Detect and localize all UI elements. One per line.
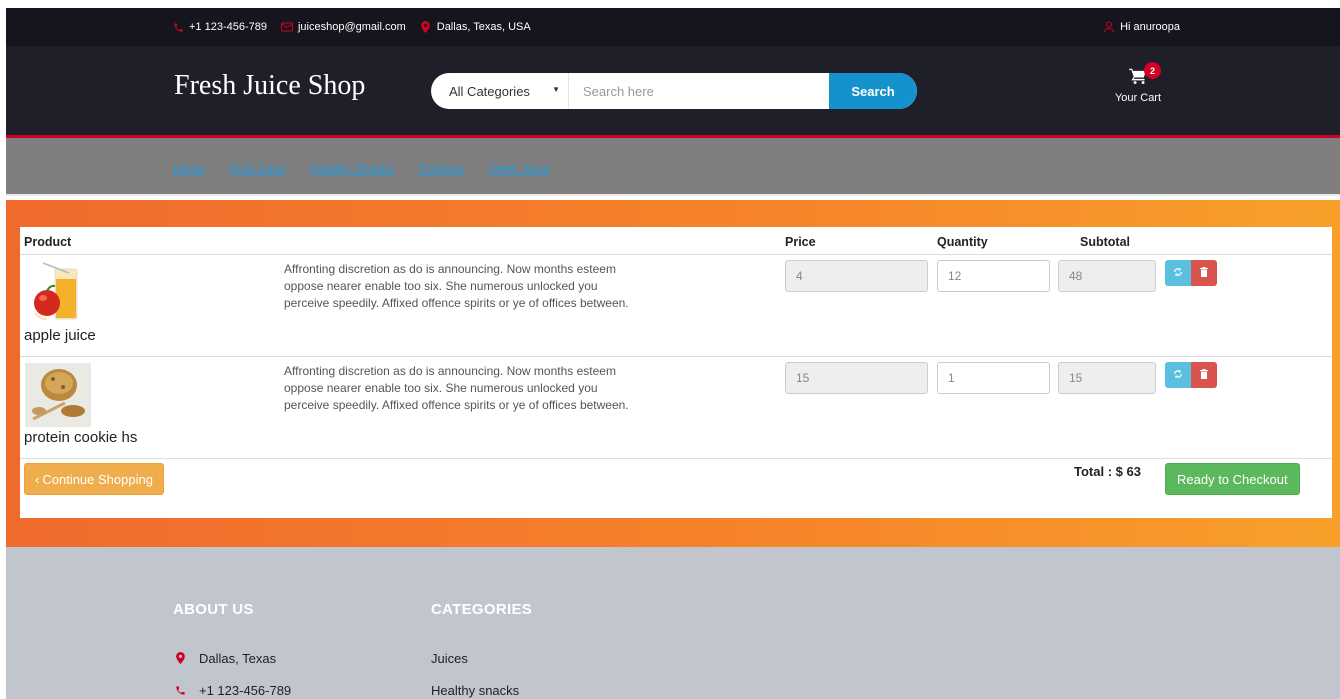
footer-category-juices[interactable]: Juices — [431, 642, 532, 674]
email-text: juiceshop@gmail.com — [297, 21, 406, 33]
search-input[interactable] — [569, 73, 829, 109]
product-name[interactable]: protein cookie hs — [24, 429, 137, 446]
protein-cookie-image[interactable] — [25, 363, 91, 427]
account-link[interactable]: Hi anuroopa — [1103, 8, 1180, 46]
cart-count-badge: 2 — [1144, 62, 1161, 79]
price-field: 15 — [785, 362, 928, 394]
subtotal-field: 48 — [1058, 260, 1156, 292]
footer-categories: CATEGORIES Juices Healthy snacks — [431, 601, 532, 699]
price-field: 4 — [785, 260, 928, 292]
location-text: Dallas, Texas, USA — [436, 21, 531, 33]
main-header: Fresh Juice Shop All Categories ▼ Search… — [6, 46, 1340, 138]
table-row: apple juice Affronting discretion as do … — [20, 255, 1332, 357]
product-name[interactable]: apple juice — [24, 327, 96, 344]
footer-phone-text: +1 123-456-789 — [199, 682, 292, 698]
chevron-left-icon: ‹ — [35, 471, 40, 487]
contact-info: +1 123-456-789 juiceshop@gmail.com Dalla… — [172, 8, 531, 46]
trash-icon — [1200, 368, 1208, 382]
caret-down-icon: ▼ — [552, 85, 560, 94]
delete-item-button[interactable] — [1191, 260, 1217, 286]
header-quantity: Quantity — [937, 235, 988, 249]
nav-item-home[interactable]: Home — [173, 162, 205, 176]
product-description: Affronting discretion as do is announcin… — [284, 262, 629, 310]
search-button[interactable]: Search — [829, 73, 917, 109]
continue-shopping-button[interactable]: ‹ Continue Shopping — [24, 463, 164, 495]
site-logo[interactable]: Fresh Juice Shop — [174, 70, 365, 102]
map-marker-icon — [173, 652, 187, 664]
nav-item-combos[interactable]: Combos — [419, 162, 464, 176]
refresh-icon — [1173, 369, 1183, 382]
map-marker-icon — [420, 21, 432, 33]
email-contact[interactable]: juiceshop@gmail.com — [280, 21, 406, 33]
apple-juice-image[interactable] — [25, 261, 91, 325]
header-product: Product — [24, 235, 72, 249]
nav-item-fruit-juice[interactable]: Fruit Juice — [230, 162, 285, 176]
trash-icon — [1200, 266, 1208, 280]
location-contact[interactable]: Dallas, Texas, USA — [420, 21, 531, 33]
refresh-icon — [1173, 267, 1183, 280]
quantity-input[interactable] — [937, 260, 1050, 292]
cart-section: Product Price Quantity Subtotal apple ju… — [6, 200, 1340, 547]
delete-item-button[interactable] — [1191, 362, 1217, 388]
footer-address[interactable]: Dallas, Texas — [173, 642, 291, 674]
nav-list: Home Fruit Juice Healthy Snacks Combos O… — [173, 160, 550, 178]
subtotal-field: 15 — [1058, 362, 1156, 394]
phone-icon — [173, 685, 187, 696]
phone-icon — [172, 22, 184, 33]
category-selected-value: All Categories — [449, 83, 530, 99]
continue-shopping-label: Continue Shopping — [42, 471, 153, 487]
footer-phone[interactable]: +1 123-456-789 — [173, 674, 291, 699]
footer-about-title: ABOUT US — [173, 601, 254, 618]
header-price: Price — [785, 235, 816, 249]
cart-actions: ‹ Continue Shopping Total : $ 63 Ready t… — [20, 458, 1332, 508]
header-subtotal: Subtotal — [1080, 235, 1130, 249]
footer-address-text: Dallas, Texas — [199, 650, 277, 666]
search-bar: All Categories ▼ Search — [431, 73, 917, 109]
envelope-icon — [280, 22, 293, 32]
product-description: Affronting discretion as do is announcin… — [284, 364, 629, 412]
nav-item-other-juice[interactable]: Other Juice — [488, 162, 549, 176]
footer-categories-title: CATEGORIES — [431, 601, 533, 618]
table-header: Product Price Quantity Subtotal — [20, 227, 1332, 255]
site-footer: ABOUT US Dallas, Texas +1 123-456-789 CA… — [6, 547, 1340, 699]
quantity-input[interactable] — [937, 362, 1050, 394]
page: +1 123-456-789 juiceshop@gmail.com Dalla… — [6, 8, 1340, 699]
cart-label: Your Cart — [1114, 92, 1162, 104]
update-quantity-button[interactable] — [1165, 260, 1191, 286]
main-navigation: Home Fruit Juice Healthy Snacks Combos O… — [6, 138, 1340, 196]
footer-about: ABOUT US Dallas, Texas +1 123-456-789 — [173, 601, 291, 699]
top-info-bar: +1 123-456-789 juiceshop@gmail.com Dalla… — [6, 8, 1340, 46]
footer-category-healthy-snacks[interactable]: Healthy snacks — [431, 674, 532, 699]
category-select[interactable]: All Categories ▼ — [431, 73, 569, 109]
user-icon — [1103, 21, 1115, 33]
phone-contact[interactable]: +1 123-456-789 — [172, 21, 267, 33]
checkout-button[interactable]: Ready to Checkout — [1165, 463, 1300, 495]
phone-text: +1 123-456-789 — [189, 21, 267, 33]
cart-total: Total : $ 63 — [1074, 464, 1141, 479]
update-quantity-button[interactable] — [1165, 362, 1191, 388]
cart-table: Product Price Quantity Subtotal apple ju… — [20, 227, 1332, 518]
table-row: protein cookie hs Affronting discretion … — [20, 357, 1332, 459]
shopping-cart-icon: 2 — [1129, 62, 1161, 90]
cart-link[interactable]: 2 Your Cart — [1106, 62, 1170, 104]
greeting-text: Hi anuroopa — [1120, 21, 1180, 33]
nav-item-healthy-snacks[interactable]: Healthy Snacks — [310, 162, 393, 176]
